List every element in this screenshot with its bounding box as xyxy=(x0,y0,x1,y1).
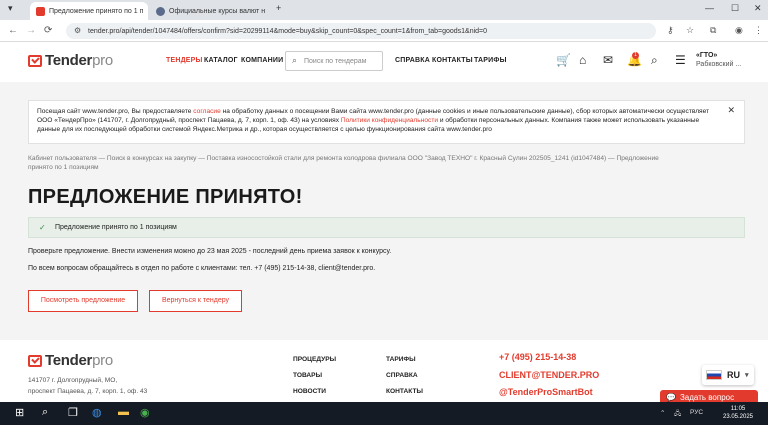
cookie-banner: Посещая сайт www.tender.pro, Вы предоста… xyxy=(28,100,745,144)
task-view-icon[interactable]: ❐ xyxy=(68,406,78,419)
page-title: ПРЕДЛОЖЕНИЕ ПРИНЯТО! xyxy=(28,186,303,208)
close-icon[interactable]: ✕ xyxy=(727,106,735,115)
footer-email[interactable]: CLIENT@TENDER.PRO xyxy=(499,370,599,380)
address-bar[interactable]: ⚙ tender.pro/api/tender/1047484/offers/c… xyxy=(66,23,656,39)
footer-address-line2: проспект Пацаева, д. 7, корп. 1, оф. 43 xyxy=(28,388,148,395)
nav-tariffs[interactable]: ТАРИФЫ xyxy=(474,57,507,64)
chat-icon: 💬 xyxy=(666,393,676,402)
view-offer-button[interactable]: Посмотреть предложение xyxy=(28,290,138,312)
edge-icon[interactable]: ◍ xyxy=(92,406,102,419)
consent-link[interactable]: согласие xyxy=(193,108,220,115)
taskbar-clock[interactable]: 11:05 23.05.2025 xyxy=(718,405,758,421)
forward-icon[interactable]: → xyxy=(26,25,36,36)
footer-address-line1: 141707 г. Долгопрудный, МО, xyxy=(28,377,118,384)
search-icon[interactable]: ⌕ xyxy=(292,55,297,66)
nav-help[interactable]: СПРАВКА xyxy=(395,57,430,64)
close-tab-icon[interactable]: ✕ xyxy=(147,7,148,16)
site-info-icon[interactable]: ⚙ xyxy=(74,26,81,35)
breadcrumb[interactable]: Кабинет пользователя — Поиск в конкурсах… xyxy=(28,154,668,172)
network-icon[interactable]: 🖧 xyxy=(674,409,681,420)
bookmark-star-icon[interactable]: ☆ xyxy=(686,25,694,36)
file-explorer-icon[interactable]: ▬ xyxy=(118,406,129,418)
footer-link-help[interactable]: СПРАВКА xyxy=(386,372,418,379)
browser-toolbar: ← → ⟳ ⚙ tender.pro/api/tender/1047484/of… xyxy=(0,20,768,42)
user-company[interactable]: Рабковский ... xyxy=(696,61,741,68)
back-icon[interactable]: ← xyxy=(8,25,18,36)
success-alert: ✓ Предложение принято по 1 позициям xyxy=(28,217,745,238)
minimize-icon[interactable]: — xyxy=(705,3,714,13)
language-switcher[interactable]: RU ▾ xyxy=(702,365,754,385)
footer-link-procedures[interactable]: ПРОЦЕДУРЫ xyxy=(293,356,336,363)
nav-tenders[interactable]: ТЕНДЕРЫ xyxy=(166,57,203,64)
browser-tab[interactable]: Официальные курсы валют н ✕ xyxy=(150,2,268,20)
footer-phone[interactable]: +7 (495) 215-14-38 xyxy=(499,352,576,362)
tab-title: Предложение принято по 1 п xyxy=(49,7,144,15)
menu-icon[interactable]: ☰ xyxy=(675,53,686,67)
taskbar: ⊞ ⌕ ❐ ◍ ▬ ◉ ⌃ 🖧 РУС 11:05 23.05.2025 xyxy=(0,402,768,425)
close-window-icon[interactable]: ✕ xyxy=(754,3,762,14)
tenderpro-favicon-icon xyxy=(36,6,45,16)
search-icon[interactable]: ⌕ xyxy=(651,53,658,68)
search-input[interactable] xyxy=(304,55,380,68)
cart-icon[interactable]: 🛒 xyxy=(556,53,571,67)
home-icon[interactable]: ⌂ xyxy=(579,53,586,67)
web-page: Tenderpro ТЕНДЕРЫ КАТАЛОГ КОМПАНИИ ⌕ СПР… xyxy=(0,42,768,402)
nav-companies[interactable]: КОМПАНИИ xyxy=(241,57,283,64)
chrome-icon[interactable]: ◉ xyxy=(140,406,150,419)
footer-logo[interactable]: Tenderpro xyxy=(28,352,113,369)
ask-question-button[interactable]: 💬 Задать вопрос xyxy=(660,390,758,402)
nav-contacts[interactable]: КОНТАКТЫ xyxy=(432,57,473,64)
browser-tab-bar: Предложение принято по 1 п ✕ Официальные… xyxy=(0,0,768,20)
new-tab-button[interactable]: + xyxy=(276,3,281,13)
footer-link-goods[interactable]: ТОВАРЫ xyxy=(293,372,322,379)
footer-link-tariffs[interactable]: ТАРИФЫ xyxy=(386,356,416,363)
notification-badge: 1 xyxy=(632,52,639,59)
bank-favicon-icon xyxy=(156,6,165,16)
tray-chevron-icon[interactable]: ⌃ xyxy=(660,409,665,417)
browser-tab-active[interactable]: Предложение принято по 1 п ✕ xyxy=(30,2,148,20)
key-icon[interactable]: ⚷ xyxy=(667,25,674,36)
footer-link-news[interactable]: НОВОСТИ xyxy=(293,388,326,395)
profile-icon[interactable]: ◉ xyxy=(735,25,743,36)
windows-start-icon[interactable]: ⊞ xyxy=(15,406,24,419)
user-name[interactable]: «ГТО» xyxy=(696,52,717,59)
deadline-note: Проверьте предложение. Внести изменения … xyxy=(28,248,392,255)
tray-lang[interactable]: РУС xyxy=(690,409,703,416)
extensions-icon[interactable]: ⧉ xyxy=(710,25,716,36)
success-message: Предложение принято по 1 позициям xyxy=(55,224,177,231)
logo-mark-icon xyxy=(28,54,42,67)
browser-menu-icon[interactable]: ⋮ xyxy=(754,25,763,36)
privacy-policy-link[interactable]: Политики конфиденциальности xyxy=(341,117,438,124)
reload-icon[interactable]: ⟳ xyxy=(44,25,52,36)
russia-flag-icon xyxy=(706,370,722,380)
chevron-down-icon: ▾ xyxy=(745,372,749,379)
nav-catalog[interactable]: КАТАЛОГ xyxy=(204,57,238,64)
taskbar-search-icon[interactable]: ⌕ xyxy=(42,406,48,419)
support-note: По всем вопросам обращайтесь в отдел по … xyxy=(28,265,376,272)
site-logo[interactable]: Tenderpro xyxy=(28,52,113,69)
search-box: ⌕ xyxy=(285,51,383,71)
tab-list-icon[interactable]: ▾ xyxy=(8,3,13,14)
maximize-icon[interactable]: ☐ xyxy=(731,3,739,14)
logo-mark-icon xyxy=(28,354,42,367)
back-to-tender-button[interactable]: Вернуться к тендеру xyxy=(149,290,242,312)
site-header: Tenderpro ТЕНДЕРЫ КАТАЛОГ КОМПАНИИ ⌕ СПР… xyxy=(0,42,768,82)
url-text: tender.pro/api/tender/1047484/offers/con… xyxy=(88,27,488,35)
mail-icon[interactable]: ✉ xyxy=(603,53,613,67)
footer-link-contacts[interactable]: КОНТАКТЫ xyxy=(386,388,423,395)
site-footer: Tenderpro 141707 г. Долгопрудный, МО, пр… xyxy=(0,340,768,402)
footer-telegram[interactable]: @TenderProSmartBot xyxy=(499,387,593,397)
tab-title: Официальные курсы валют н xyxy=(169,7,266,15)
check-icon: ✓ xyxy=(39,223,46,232)
